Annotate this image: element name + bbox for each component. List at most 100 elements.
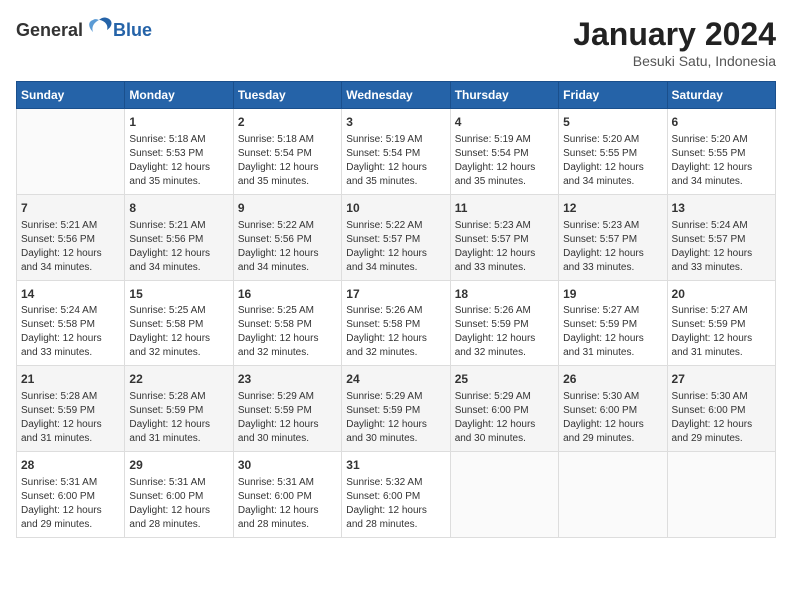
calendar-location: Besuki Satu, Indonesia (573, 53, 776, 69)
day-number: 18 (455, 286, 554, 303)
day-info: Sunrise: 5:24 AM Sunset: 5:57 PM Dayligh… (672, 219, 771, 275)
calendar-cell: 14Sunrise: 5:24 AM Sunset: 5:58 PM Dayli… (17, 280, 125, 366)
day-info: Sunrise: 5:26 AM Sunset: 5:59 PM Dayligh… (455, 304, 554, 360)
day-number: 31 (346, 457, 445, 474)
day-number: 9 (238, 200, 337, 217)
calendar-week-4: 21 Sunrise: 5:28 AM Sunset: 5:59 PM Dayli… (17, 366, 776, 452)
calendar-cell: 12Sunrise: 5:23 AM Sunset: 5:57 PM Dayli… (559, 194, 667, 280)
logo-general-text: General (16, 20, 83, 41)
day-info: Sunrise: 5:19 AM Sunset: 5:54 PM Dayligh… (346, 133, 445, 189)
day-number: 22 (129, 371, 228, 388)
day-number: 13 (672, 200, 771, 217)
day-number: 25 (455, 371, 554, 388)
day-number: 27 (672, 371, 771, 388)
day-number: 29 (129, 457, 228, 474)
calendar-cell: 29 Sunrise: 5:31 AM Sunset: 6:00 PM Dayli… (125, 452, 233, 538)
calendar-cell (17, 109, 125, 195)
day-header-sunday: Sunday (17, 82, 125, 109)
calendar-cell: 17Sunrise: 5:26 AM Sunset: 5:58 PM Dayli… (342, 280, 450, 366)
calendar-table: SundayMondayTuesdayWednesdayThursdayFrid… (16, 81, 776, 538)
day-number: 8 (129, 200, 228, 217)
day-header-thursday: Thursday (450, 82, 558, 109)
day-number: 2 (238, 114, 337, 131)
day-info: Sunrise: 5:30 AM Sunset: 6:00 PM Dayligh… (672, 390, 771, 446)
calendar-cell: 3Sunrise: 5:19 AM Sunset: 5:54 PM Daylig… (342, 109, 450, 195)
calendar-cell: 28 Sunrise: 5:31 AM Sunset: 6:00 PM Dayli… (17, 452, 125, 538)
day-info: Sunrise: 5:20 AM Sunset: 5:55 PM Dayligh… (563, 133, 662, 189)
day-header-monday: Monday (125, 82, 233, 109)
calendar-body: 1Sunrise: 5:18 AM Sunset: 5:53 PM Daylig… (17, 109, 776, 538)
calendar-cell: 22 Sunrise: 5:28 AM Sunset: 5:59 PM Dayli… (125, 366, 233, 452)
day-number: 24 (346, 371, 445, 388)
day-info: Sunrise: 5:19 AM Sunset: 5:54 PM Dayligh… (455, 133, 554, 189)
calendar-cell: 2Sunrise: 5:18 AM Sunset: 5:54 PM Daylig… (233, 109, 341, 195)
day-info: Sunrise: 5:29 AM Sunset: 6:00 PM Dayligh… (455, 390, 554, 446)
day-info: Sunrise: 5:26 AM Sunset: 5:58 PM Dayligh… (346, 304, 445, 360)
calendar-cell: 31 Sunrise: 5:32 AM Sunset: 6:00 PM Dayli… (342, 452, 450, 538)
day-number: 4 (455, 114, 554, 131)
day-number: 6 (672, 114, 771, 131)
day-number: 15 (129, 286, 228, 303)
calendar-cell: 1Sunrise: 5:18 AM Sunset: 5:53 PM Daylig… (125, 109, 233, 195)
calendar-cell: 5 Sunrise: 5:20 AM Sunset: 5:55 PM Daylig… (559, 109, 667, 195)
calendar-cell: 24 Sunrise: 5:29 AM Sunset: 5:59 PM Dayli… (342, 366, 450, 452)
day-info: Sunrise: 5:31 AM Sunset: 6:00 PM Dayligh… (238, 476, 337, 532)
calendar-cell: 7 Sunrise: 5:21 AM Sunset: 5:56 PM Daylig… (17, 194, 125, 280)
day-header-friday: Friday (559, 82, 667, 109)
day-info: Sunrise: 5:29 AM Sunset: 5:59 PM Dayligh… (238, 390, 337, 446)
calendar-cell: 26 Sunrise: 5:30 AM Sunset: 6:00 PM Dayli… (559, 366, 667, 452)
calendar-week-2: 7 Sunrise: 5:21 AM Sunset: 5:56 PM Daylig… (17, 194, 776, 280)
calendar-cell: 4 Sunrise: 5:19 AM Sunset: 5:54 PM Daylig… (450, 109, 558, 195)
calendar-week-1: 1Sunrise: 5:18 AM Sunset: 5:53 PM Daylig… (17, 109, 776, 195)
calendar-cell (450, 452, 558, 538)
day-info: Sunrise: 5:22 AM Sunset: 5:56 PM Dayligh… (238, 219, 337, 275)
day-number: 20 (672, 286, 771, 303)
calendar-cell: 15Sunrise: 5:25 AM Sunset: 5:58 PM Dayli… (125, 280, 233, 366)
day-header-tuesday: Tuesday (233, 82, 341, 109)
calendar-cell: 8 Sunrise: 5:21 AM Sunset: 5:56 PM Daylig… (125, 194, 233, 280)
day-info: Sunrise: 5:25 AM Sunset: 5:58 PM Dayligh… (238, 304, 337, 360)
day-number: 7 (21, 200, 120, 217)
day-header-row: SundayMondayTuesdayWednesdayThursdayFrid… (17, 82, 776, 109)
calendar-cell: 21Sunrise: 5:28 AM Sunset: 5:59 PM Dayli… (17, 366, 125, 452)
day-info: Sunrise: 5:31 AM Sunset: 6:00 PM Dayligh… (21, 476, 120, 532)
calendar-cell: 13 Sunrise: 5:24 AM Sunset: 5:57 PM Dayli… (667, 194, 775, 280)
day-number: 10 (346, 200, 445, 217)
day-info: Sunrise: 5:30 AM Sunset: 6:00 PM Dayligh… (563, 390, 662, 446)
day-info: Sunrise: 5:23 AM Sunset: 5:57 PM Dayligh… (563, 219, 662, 275)
day-info: Sunrise: 5:21 AM Sunset: 5:56 PM Dayligh… (21, 219, 120, 275)
day-number: 16 (238, 286, 337, 303)
day-info: Sunrise: 5:24 AM Sunset: 5:58 PM Dayligh… (21, 304, 120, 360)
day-number: 26 (563, 371, 662, 388)
day-number: 1 (129, 114, 228, 131)
calendar-title: January 2024 (573, 16, 776, 53)
logo-blue-text: Blue (113, 20, 152, 40)
day-info: Sunrise: 5:29 AM Sunset: 5:59 PM Dayligh… (346, 390, 445, 446)
calendar-cell: 30 Sunrise: 5:31 AM Sunset: 6:00 PM Dayli… (233, 452, 341, 538)
day-number: 21 (21, 371, 120, 388)
day-info: Sunrise: 5:20 AM Sunset: 5:55 PM Dayligh… (672, 133, 771, 189)
calendar-cell: 23 Sunrise: 5:29 AM Sunset: 5:59 PM Dayli… (233, 366, 341, 452)
day-info: Sunrise: 5:21 AM Sunset: 5:56 PM Dayligh… (129, 219, 228, 275)
day-header-wednesday: Wednesday (342, 82, 450, 109)
day-info: Sunrise: 5:32 AM Sunset: 6:00 PM Dayligh… (346, 476, 445, 532)
day-info: Sunrise: 5:27 AM Sunset: 5:59 PM Dayligh… (563, 304, 662, 360)
calendar-cell: 16Sunrise: 5:25 AM Sunset: 5:58 PM Dayli… (233, 280, 341, 366)
calendar-header: SundayMondayTuesdayWednesdayThursdayFrid… (17, 82, 776, 109)
day-header-saturday: Saturday (667, 82, 775, 109)
logo: General Blue (16, 16, 152, 44)
calendar-cell: 27 Sunrise: 5:30 AM Sunset: 6:00 PM Dayli… (667, 366, 775, 452)
day-info: Sunrise: 5:25 AM Sunset: 5:58 PM Dayligh… (129, 304, 228, 360)
day-number: 28 (21, 457, 120, 474)
page-header: General Blue January 2024 Besuki Satu, I… (16, 16, 776, 69)
day-number: 14 (21, 286, 120, 303)
day-info: Sunrise: 5:28 AM Sunset: 5:59 PM Dayligh… (129, 390, 228, 446)
day-number: 23 (238, 371, 337, 388)
calendar-cell: 25 Sunrise: 5:29 AM Sunset: 6:00 PM Dayli… (450, 366, 558, 452)
calendar-week-5: 28 Sunrise: 5:31 AM Sunset: 6:00 PM Dayli… (17, 452, 776, 538)
day-number: 30 (238, 457, 337, 474)
day-number: 5 (563, 114, 662, 131)
day-number: 17 (346, 286, 445, 303)
calendar-cell: 6 Sunrise: 5:20 AM Sunset: 5:55 PM Daylig… (667, 109, 775, 195)
day-info: Sunrise: 5:31 AM Sunset: 6:00 PM Dayligh… (129, 476, 228, 532)
